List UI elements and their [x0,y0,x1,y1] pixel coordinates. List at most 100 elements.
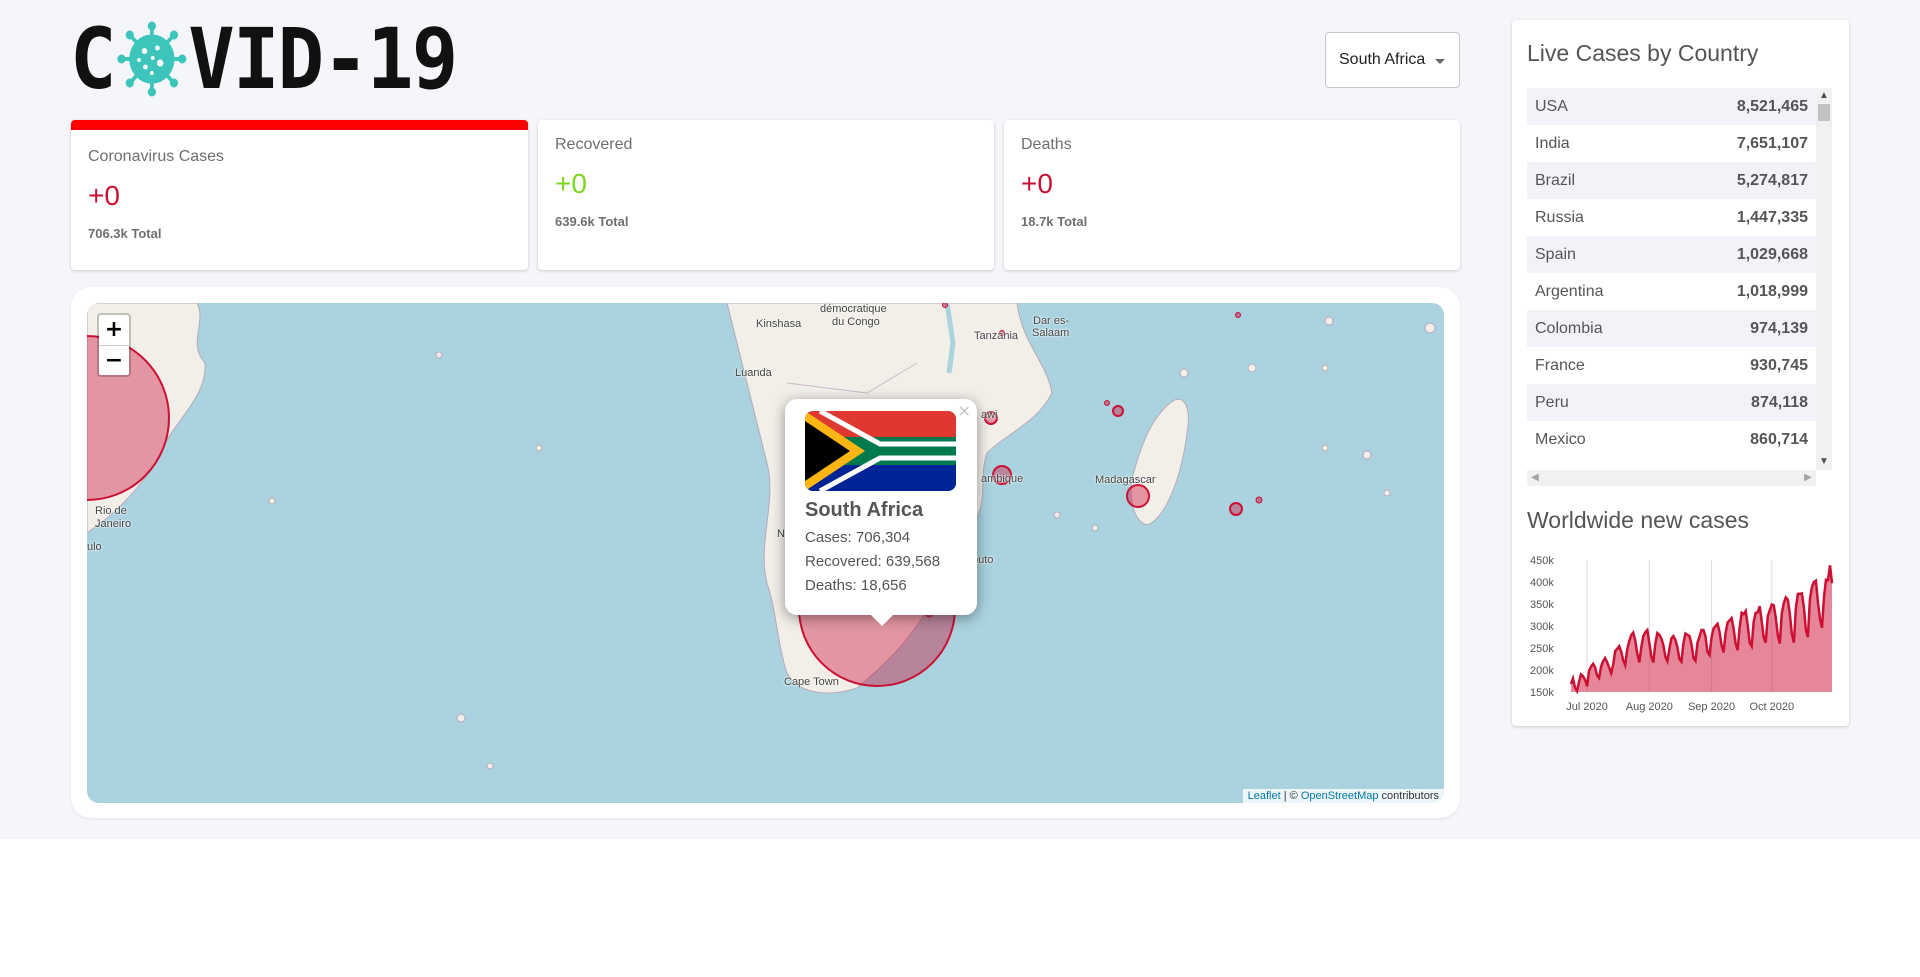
popup-recovered: Recovered: 639,568 [805,553,941,570]
chart-y-tick: 200k [1530,665,1554,677]
recovered-today-value: +0 [555,168,587,199]
map-label-n: N [777,528,785,540]
map-label-rio-2: Janeiro [95,518,132,530]
worldwide-chart: Jul 2020 Aug 2020 Sep 2020 Oct 2020 150k 200k… [1530,555,1834,713]
attribution-suffix: contributors [1378,790,1439,802]
country-dropdown[interactable]: South Africa [1325,32,1460,88]
map-label-cape-town: Cape Town [784,676,839,688]
table-row: Russia 1,447,335 [1527,199,1816,236]
table-row: Colombia 974,139 [1527,310,1816,347]
deaths-info-box[interactable]: Deaths +0 18.7k Total [1004,120,1460,270]
worldwide-title: Worldwide new cases [1527,507,1750,533]
chevron-down-icon [1435,59,1445,64]
live-cases-table[interactable]: USA 8,521,465 India 7,651,107 Brazil 5,274,81… [1527,88,1832,486]
popup-country-name: South Africa [805,499,924,521]
chart-y-tick: 300k [1530,621,1554,633]
zoom-control: + − [97,313,131,377]
map-label-dar: Dar es- [1033,315,1070,327]
table-row: Brazil 5,274,817 [1527,162,1816,199]
row-cases: 1,029,668 [1736,245,1808,263]
chart-y-tick: 150k [1530,687,1554,699]
row-country: Peru [1535,393,1569,411]
chart-x-tick: Aug 2020 [1626,701,1673,713]
leaflet-link[interactable]: Leaflet [1248,790,1281,802]
cases-today-value: +0 [88,180,120,211]
row-country: Mexico [1535,430,1586,448]
table-row: France 930,745 [1527,347,1816,384]
virus-icon [116,21,186,97]
chart-x-tick: Jul 2020 [1566,701,1608,713]
country-popup: × South Africa Cases: 706,304 Recovered:… [785,399,977,626]
country-dropdown-value: South Africa [1339,51,1426,68]
row-cases: 974,139 [1750,319,1808,337]
attribution-separator: | © [1280,790,1301,802]
horizontal-scrollbar[interactable]: ◀ ▶ [1527,470,1816,486]
deaths-today-value: +0 [1021,168,1053,199]
map-label-rdc: démocratique [820,303,887,315]
row-country: India [1535,134,1570,152]
recovered-total: 639.6k Total [555,214,629,229]
chart-x-tick: Oct 2020 [1749,701,1794,713]
table-row: Mexico 860,714 [1527,421,1816,458]
scroll-right-icon[interactable]: ▶ [1800,470,1816,486]
table-row: Spain 1,029,668 [1527,236,1816,273]
popup-deaths: Deaths: 18,656 [805,577,907,594]
row-cases: 874,118 [1751,393,1808,411]
osm-link[interactable]: OpenStreetMap [1301,790,1379,802]
map-label-kinshasa: Kinshasa [756,318,802,330]
map-label-congo: du Congo [832,316,880,328]
vertical-scrollbar[interactable]: ▲ ▼ [1816,88,1832,470]
map-label-luanda: Luanda [735,367,772,379]
world-map[interactable]: démocratique du Congo Kinshasa Luanda Ta… [87,303,1444,803]
table-row: Peru 874,118 [1527,384,1816,421]
popup-close-button[interactable]: × [958,401,971,420]
row-cases: 1,018,999 [1736,282,1808,300]
scroll-up-icon[interactable]: ▲ [1816,88,1832,104]
recovered-title: Recovered [555,136,633,153]
row-country: Brazil [1535,171,1576,189]
table-row: Argentina 1,018,999 [1527,273,1816,310]
map-label-malawi: awi [981,409,998,421]
row-cases: 8,521,465 [1736,97,1808,115]
row-country: France [1535,356,1585,374]
cases-info-box[interactable]: Coronavirus Cases +0 706.3k Total [71,120,528,270]
row-cases: 860,714 [1750,430,1808,448]
row-country: USA [1535,97,1568,115]
table-body: USA 8,521,465 India 7,651,107 Brazil 5,274,81… [1527,88,1816,458]
map-attribution: Leaflet | © OpenStreetMap contributors [1242,789,1444,803]
chart-x-tick: Sep 2020 [1688,701,1735,713]
map-label-mozambique: ambique [981,473,1024,485]
cases-title: Coronavirus Cases [88,148,225,165]
scroll-down-icon[interactable]: ▼ [1816,454,1832,470]
map-label-salaam: Salaam [1032,327,1070,339]
table-row: USA 8,521,465 [1527,88,1816,125]
popup-cases: Cases: 706,304 [805,529,911,546]
deaths-total: 18.7k Total [1021,214,1088,229]
zoom-out-button[interactable]: − [99,345,129,375]
map-card: démocratique du Congo Kinshasa Luanda Ta… [71,287,1460,818]
scrollbar-thumb[interactable] [1818,104,1830,121]
row-country: Spain [1535,245,1576,263]
recovered-info-box[interactable]: Recovered +0 639.6k Total [538,120,994,270]
logo-text-right: VID-19 [188,10,458,108]
map-label-madagascar: Madagascar [1095,474,1156,486]
row-country: Russia [1535,208,1584,226]
map-label-rio-1: Rio de [95,505,127,517]
scroll-left-icon[interactable]: ◀ [1527,470,1543,486]
table-row: India 7,651,107 [1527,125,1816,162]
cases-total: 706.3k Total [88,226,162,241]
row-cases: 7,651,107 [1736,134,1808,152]
row-cases: 1,447,335 [1736,208,1808,226]
right-panel: Live Cases by Country USA 8,521,465 India 7… [1512,20,1849,726]
chart-y-tick: 450k [1530,555,1554,567]
row-cases: 5,274,817 [1736,171,1808,189]
map-label-tanzania: Tanzania [974,330,1019,342]
zoom-in-button[interactable]: + [99,315,129,345]
south-africa-flag-icon [805,408,956,494]
chart-y-tick: 350k [1530,599,1554,611]
logo-text-left: C [70,10,117,108]
row-cases: 930,745 [1750,356,1808,374]
chart-y-tick: 400k [1530,577,1554,589]
map-label-sao-paulo: ulo [87,541,102,553]
chart-y-tick: 250k [1530,643,1554,655]
